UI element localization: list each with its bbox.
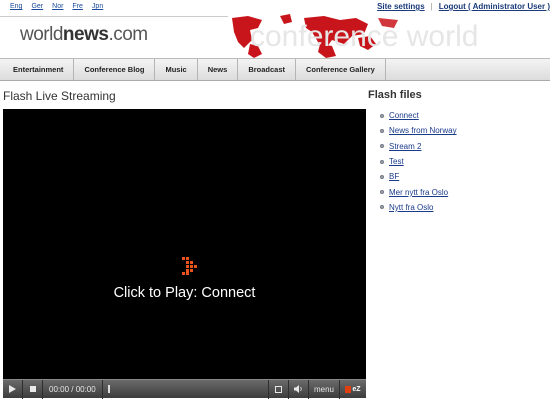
nav-broadcast[interactable]: Broadcast (238, 59, 296, 80)
bullet-icon (380, 128, 384, 133)
flash-file-link-bf[interactable]: BF (389, 172, 399, 181)
logout-link[interactable]: Logout ( Administrator User ) (439, 2, 550, 11)
list-item: Stream 2 (380, 139, 457, 154)
list-item: Mer nytt fra Oslo (380, 184, 457, 199)
play-icon (9, 385, 16, 393)
list-item: Nytt fra Oslo (380, 200, 457, 215)
logo-prefix: world (20, 24, 63, 45)
bullet-icon (380, 113, 384, 118)
page-title: Flash Live Streaming (3, 89, 116, 103)
nav-conference-gallery[interactable]: Conference Gallery (296, 59, 386, 80)
fullscreen-button[interactable] (269, 379, 289, 399)
seek-bar[interactable] (103, 379, 269, 399)
flash-file-link-news-from-norway[interactable]: News from Norway (389, 126, 457, 135)
ez-publish-button[interactable]: eZ (340, 380, 366, 399)
speaker-icon (293, 385, 302, 393)
play-arrow-icon[interactable] (182, 257, 198, 275)
fullscreen-icon (274, 385, 282, 393)
nav-music[interactable]: Music (155, 59, 198, 80)
flash-video-player[interactable]: Click to Play: Connect 00:00 / 00:00 men… (3, 109, 366, 399)
player-menu-button[interactable]: menu (309, 379, 340, 399)
logo-suffix: .com (108, 24, 148, 45)
list-item: Connect (380, 108, 457, 123)
stop-icon (29, 386, 36, 392)
site-settings-link[interactable]: Site settings (377, 2, 425, 11)
lang-nor-link[interactable]: Nor (52, 3, 63, 10)
list-item: News from Norway (380, 123, 457, 138)
site-logo[interactable]: worldnews.com (20, 24, 148, 46)
account-links: Site settings | Logout ( Administrator U… (371, 2, 550, 11)
seek-handle[interactable] (107, 384, 110, 393)
lang-ger-link[interactable]: Ger (31, 3, 43, 10)
ez-logo-icon: eZ (345, 385, 361, 393)
flash-file-link-stream-2[interactable]: Stream 2 (389, 142, 421, 151)
flash-file-link-nytt-fra-oslo[interactable]: Nytt fra Oslo (389, 203, 433, 212)
flash-file-link-mer-nytt-fra-oslo[interactable]: Mer nytt fra Oslo (389, 188, 448, 197)
stop-button[interactable] (23, 379, 43, 399)
list-item: BF (380, 169, 457, 184)
nav-news[interactable]: News (198, 59, 239, 80)
nav-conference-blog[interactable]: Conference Blog (74, 59, 156, 80)
bullet-icon (380, 144, 384, 149)
player-controls: 00:00 / 00:00 menu eZ (3, 379, 366, 399)
volume-button[interactable] (289, 379, 309, 399)
lang-fre-link[interactable]: Fre (72, 3, 83, 10)
bullet-icon (380, 205, 384, 210)
list-item: Test (380, 154, 457, 169)
lang-eng-link[interactable]: Eng (10, 3, 22, 10)
flash-files-list: Connect News from Norway Stream 2 Test B… (380, 108, 457, 215)
bullet-icon (380, 159, 384, 164)
flash-file-link-connect[interactable]: Connect (389, 111, 419, 120)
logo-bold: news (62, 24, 109, 45)
lang-jpn-link[interactable]: Jpn (92, 3, 103, 10)
site-header: Eng Ger Nor Fre Jpn conference world wor… (0, 0, 550, 58)
language-selector: Eng Ger Nor Fre Jpn (10, 3, 112, 10)
click-to-play-label[interactable]: Click to Play: Connect (3, 285, 366, 301)
link-separator: | (430, 2, 433, 11)
nav-entertainment[interactable]: Entertainment (0, 59, 75, 80)
header-watermark: conference world (250, 20, 479, 53)
bullet-icon (380, 190, 384, 195)
main-navigation: Entertainment Conference Blog Music News… (0, 58, 550, 81)
ez-label: eZ (352, 385, 361, 393)
bullet-icon (380, 174, 384, 179)
play-button[interactable] (3, 379, 23, 399)
time-display: 00:00 / 00:00 (43, 379, 103, 399)
flash-file-link-test[interactable]: Test (389, 157, 404, 166)
sidebar-title: Flash files (368, 89, 422, 101)
